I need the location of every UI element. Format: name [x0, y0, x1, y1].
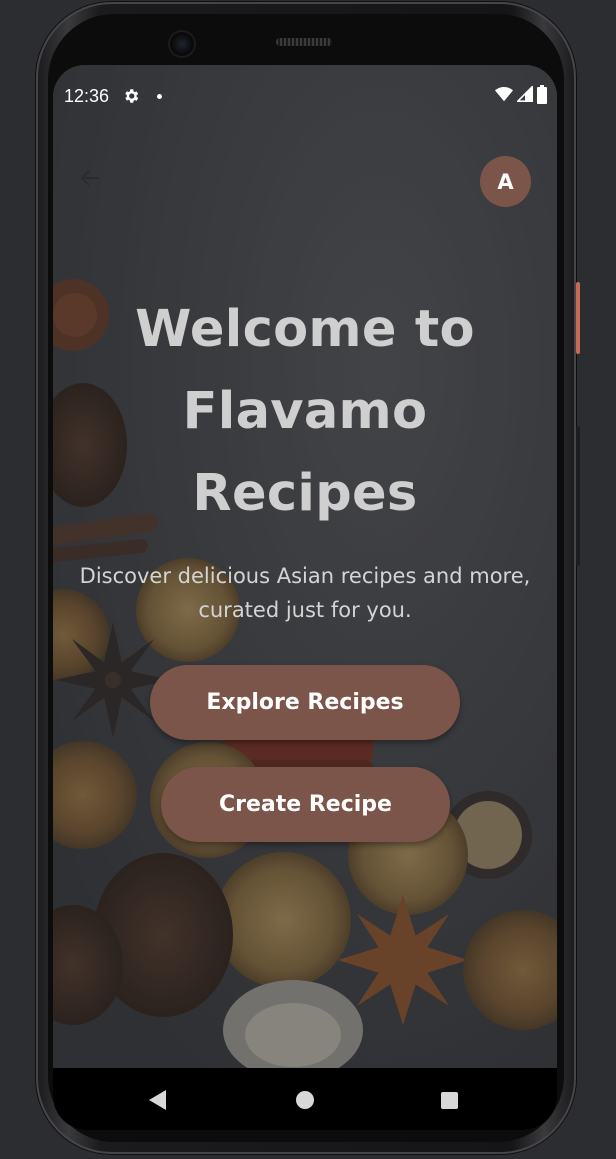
status-time: 12:36: [64, 86, 110, 106]
battery-icon: [537, 84, 547, 108]
settings-icon: [122, 87, 140, 105]
status-icons: [495, 84, 547, 108]
status-bar: 12:36: [53, 65, 557, 125]
explore-recipes-label: Explore Recipes: [206, 690, 404, 715]
power-button: [576, 282, 580, 354]
page-subtitle: Discover delicious Asian recipes and mor…: [79, 564, 531, 622]
create-recipe-label: Create Recipe: [219, 792, 392, 817]
explore-recipes-button[interactable]: Explore Recipes: [150, 665, 460, 740]
nav-back-icon[interactable]: [149, 1090, 166, 1110]
system-nav-bar: [53, 1068, 557, 1130]
earpiece-speaker: [276, 38, 332, 46]
front-camera: [170, 32, 194, 56]
page-title: Welcome to Flavamo Recipes: [135, 300, 475, 523]
avatar[interactable]: A: [480, 156, 531, 207]
wifi-icon: [495, 86, 513, 106]
arrow-left-icon: [78, 166, 102, 194]
nav-recents-icon[interactable]: [441, 1092, 458, 1109]
back-button[interactable]: [75, 165, 105, 195]
signal-icon: [515, 84, 533, 106]
volume-button: [576, 426, 580, 566]
avatar-initial: A: [497, 169, 514, 194]
create-recipe-button[interactable]: Create Recipe: [161, 767, 450, 842]
app-screen: 12:36 A Welcome to Flavamo Recipes Disco…: [53, 65, 557, 1130]
nav-home-icon[interactable]: [296, 1091, 314, 1109]
notification-dot-icon: [157, 94, 162, 99]
